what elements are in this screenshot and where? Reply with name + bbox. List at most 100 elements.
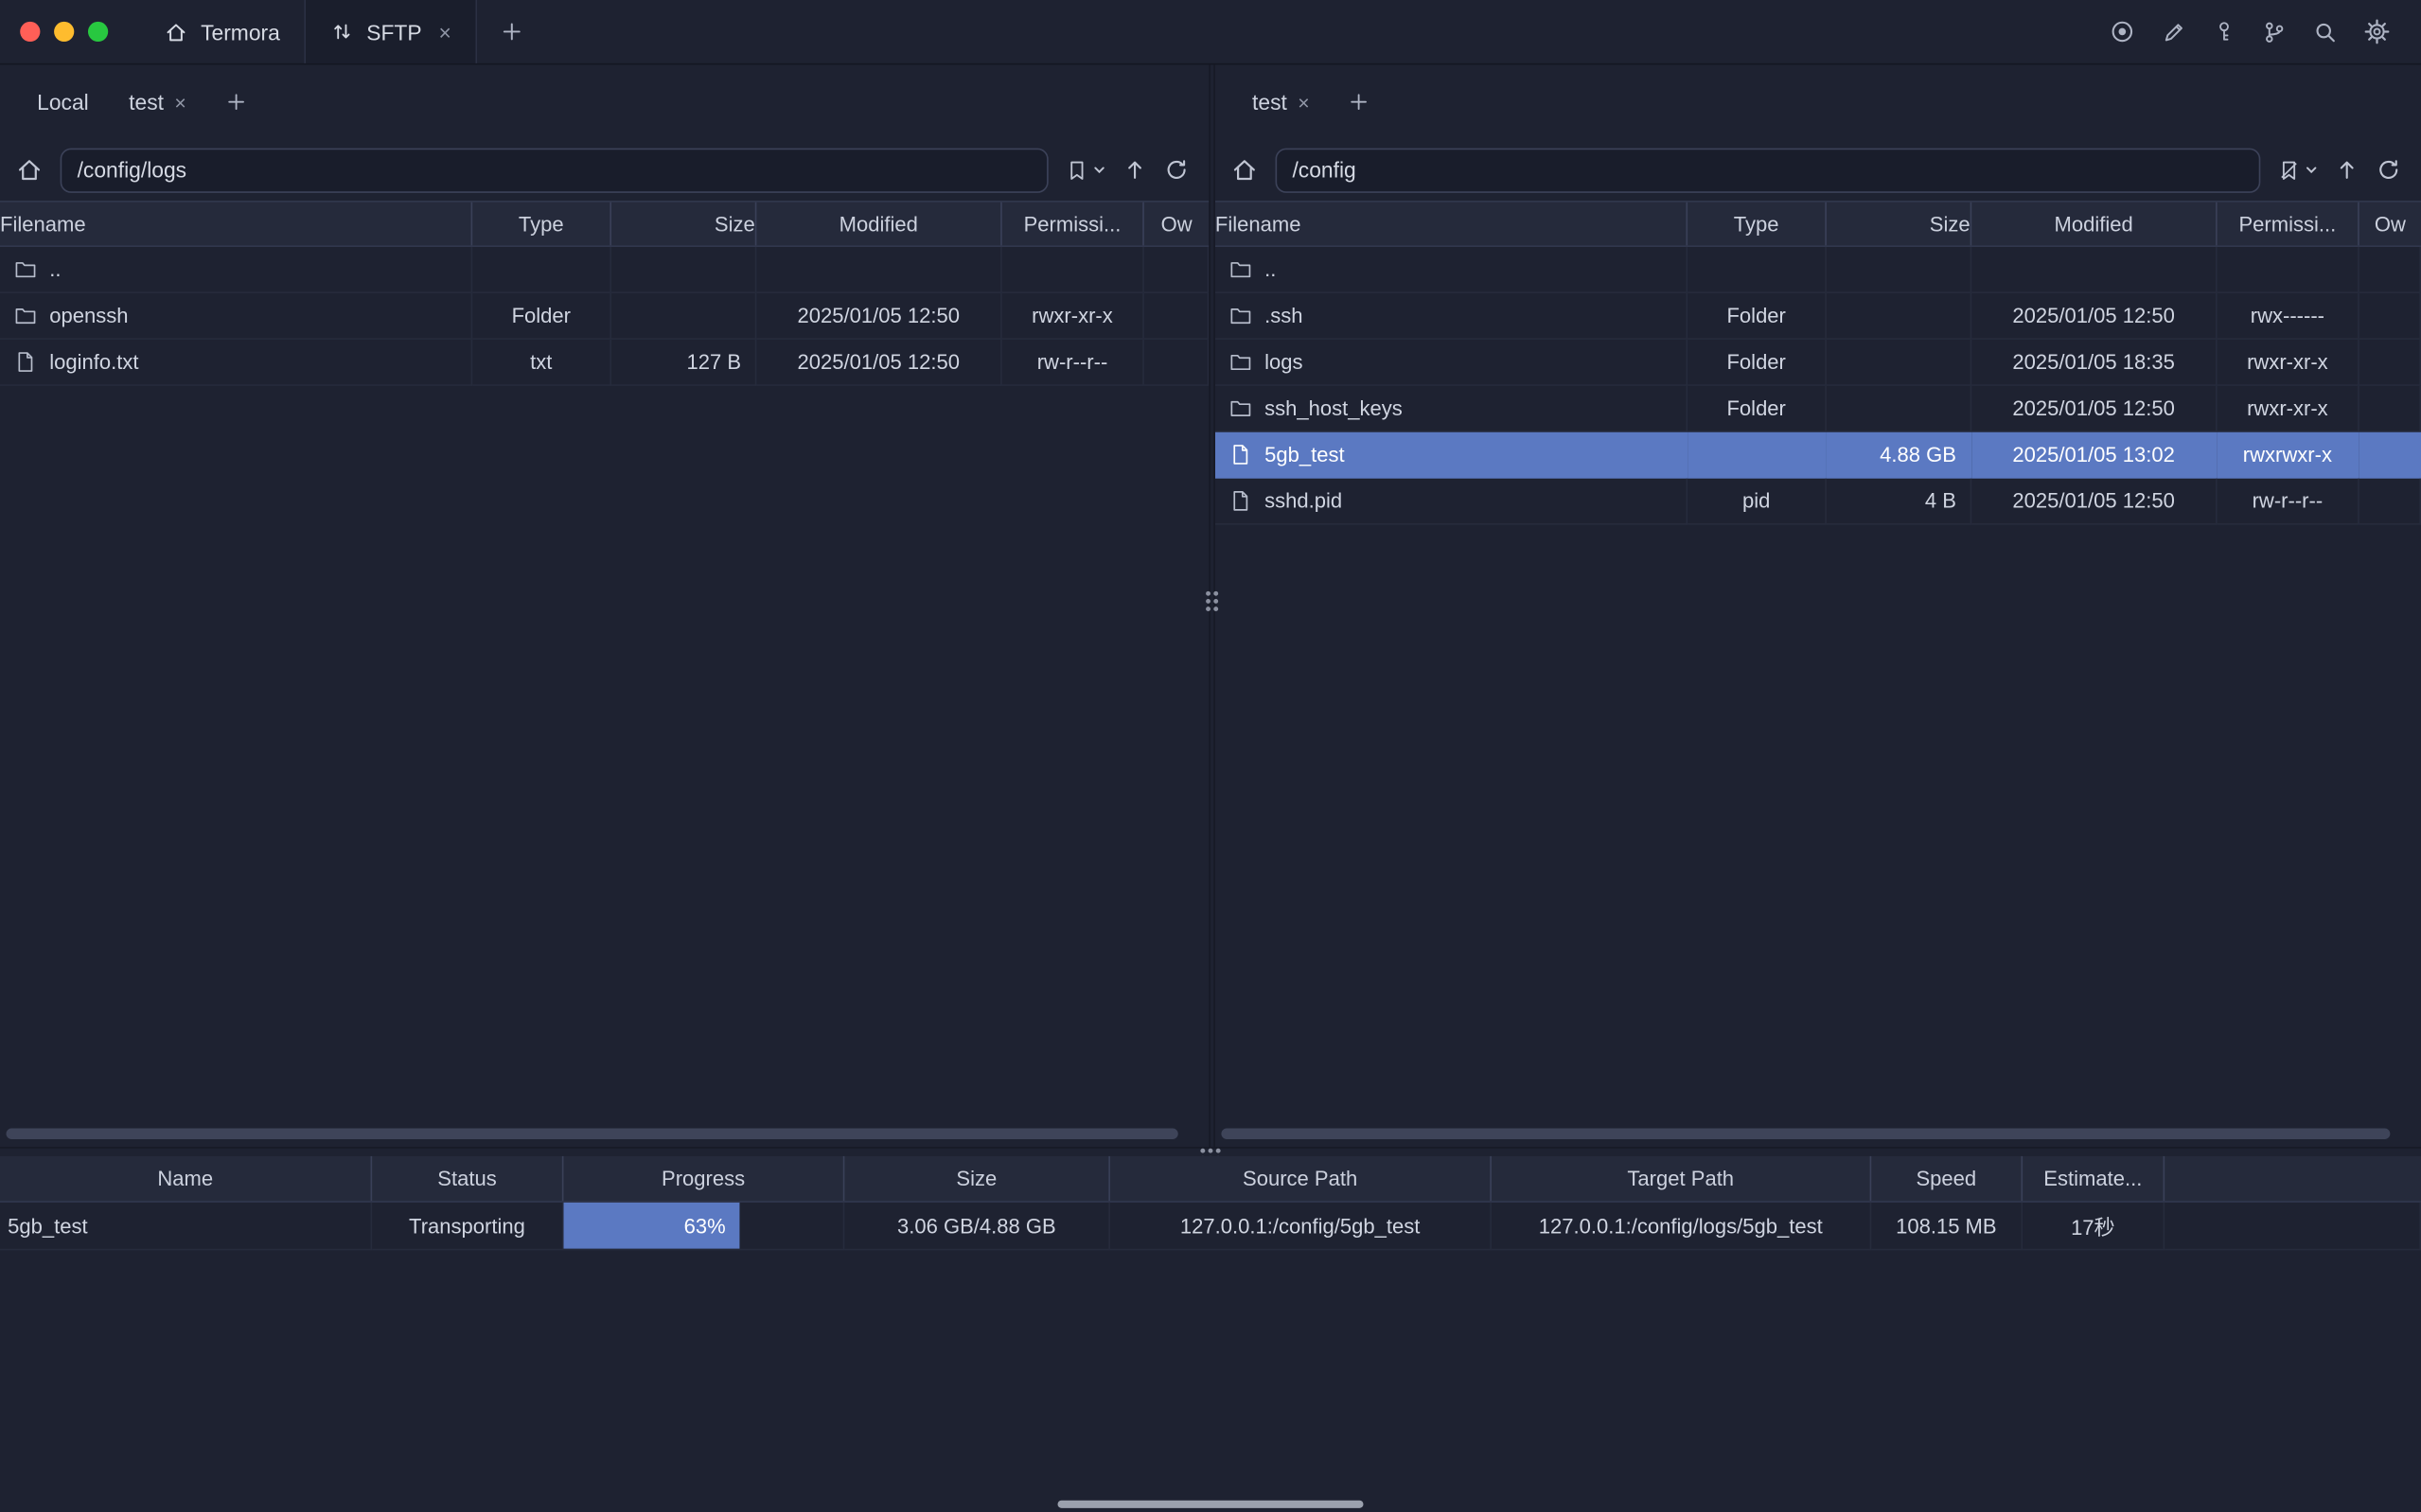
size-cell (1827, 293, 1971, 340)
new-window-tab-button[interactable] (478, 0, 547, 63)
up-directory-button[interactable] (2335, 157, 2359, 182)
type-cell: Folder (1688, 293, 1827, 340)
modified-cell: 2025/01/05 12:50 (756, 293, 1001, 340)
traffic-lights (0, 0, 139, 63)
right-horizontal-scrollbar[interactable] (1221, 1129, 2402, 1139)
transfer-column-header-speed[interactable]: Speed (1871, 1156, 2023, 1201)
chevron-down-icon (1093, 164, 1105, 176)
new-pane-tab-button[interactable] (1334, 83, 1384, 120)
tab-termora[interactable]: Termora (139, 0, 305, 63)
filename-text: loginfo.txt (49, 350, 138, 373)
bookmark-button[interactable] (2277, 158, 2317, 181)
pane-tab-test[interactable]: test× (114, 80, 202, 124)
edit-icon[interactable] (2162, 19, 2186, 44)
filename-cell: .. (1215, 247, 1688, 293)
size-cell: 127 B (611, 340, 756, 386)
file-row[interactable]: .. (0, 247, 1209, 293)
transfer-target-cell: 127.0.0.1:/config/logs/5gb_test (1492, 1203, 1871, 1251)
bottom-splitter[interactable] (0, 1147, 2421, 1156)
left-file-table-header: FilenameTypeSizeModifiedPermissi...Ow (0, 201, 1209, 247)
transfer-column-header-size[interactable]: Size (844, 1156, 1110, 1201)
transfer-row[interactable]: 5gb_testTransporting63%3.06 GB/4.88 GB12… (0, 1203, 2421, 1251)
column-header-owner[interactable]: Ow (2359, 202, 2421, 246)
permissions-cell: rwxrwxr-x (2218, 432, 2359, 479)
record-icon[interactable] (2109, 19, 2135, 45)
close-window-button[interactable] (20, 22, 40, 42)
scrollbar-thumb[interactable] (7, 1129, 1179, 1139)
zoom-window-button[interactable] (88, 22, 108, 42)
modified-cell (1971, 247, 2217, 293)
close-tab-icon[interactable]: × (1298, 90, 1309, 113)
column-header-owner[interactable]: Ow (1144, 202, 1210, 246)
file-row[interactable]: 5gb_test 4.88 GB2025/01/05 13:02rwxrwxr-x (1215, 432, 2421, 479)
pane-tab-local[interactable]: Local (22, 80, 104, 124)
search-icon[interactable] (2313, 19, 2338, 44)
home-icon[interactable] (1230, 156, 1258, 184)
file-row[interactable]: ssh_host_keysFolder2025/01/05 12:50rwxr-… (1215, 386, 2421, 432)
bookmark-button[interactable] (1066, 158, 1105, 181)
minimize-window-button[interactable] (54, 22, 74, 42)
pane-tab-test[interactable]: test× (1237, 80, 1325, 124)
path-input[interactable] (1276, 148, 2261, 192)
column-header-permissions[interactable]: Permissi... (2218, 202, 2359, 246)
filename-cell: 5gb_test (1215, 432, 1688, 479)
file-row[interactable]: logsFolder2025/01/05 18:35rwxr-xr-x (1215, 340, 2421, 386)
transfer-column-header-progress[interactable]: Progress (563, 1156, 844, 1201)
folder-icon (1229, 257, 1252, 280)
key-icon[interactable] (2213, 20, 2235, 43)
left-horizontal-scrollbar[interactable] (7, 1129, 1191, 1139)
path-input[interactable] (61, 148, 1049, 192)
tab-sftp[interactable]: SFTP × (305, 0, 478, 63)
refresh-button[interactable] (1164, 157, 1189, 182)
permissions-cell: rwxr-xr-x (2218, 340, 2359, 386)
column-header-permissions[interactable]: Permissi... (1002, 202, 1144, 246)
transfer-column-header-status[interactable]: Status (372, 1156, 563, 1201)
refresh-button[interactable] (2377, 157, 2401, 182)
type-cell (1688, 247, 1827, 293)
scrollbar-thumb[interactable] (1221, 1129, 2391, 1139)
file-row[interactable]: .. (1215, 247, 2421, 293)
column-header-type[interactable]: Type (472, 202, 611, 246)
settings-icon[interactable] (2364, 19, 2391, 45)
folder-icon (1229, 350, 1252, 373)
column-header-size[interactable]: Size (611, 202, 756, 246)
local-pane: Localtest× Filena (0, 65, 1209, 1148)
home-icon[interactable] (15, 156, 43, 184)
column-header-modified[interactable]: Modified (756, 202, 1001, 246)
transfer-column-header-estimate[interactable]: Estimate... (2023, 1156, 2165, 1201)
transfer-source-cell: 127.0.0.1:/config/5gb_test (1110, 1203, 1492, 1251)
folder-icon (1229, 304, 1252, 326)
file-row[interactable]: loginfo.txttxt127 B2025/01/05 12:50rw-r-… (0, 340, 1209, 386)
column-header-size[interactable]: Size (1827, 202, 1971, 246)
close-tab-icon[interactable]: × (439, 19, 451, 44)
owner-cell (2359, 293, 2421, 340)
filename-text: 5gb_test (1264, 443, 1345, 466)
type-cell: Folder (1688, 386, 1827, 432)
modified-cell: 2025/01/05 13:02 (1971, 432, 2217, 479)
right-file-table: ...sshFolder2025/01/05 12:50rwx------log… (1215, 247, 2421, 1147)
transfer-column-header-target[interactable]: Target Path (1492, 1156, 1871, 1201)
column-header-type[interactable]: Type (1688, 202, 1827, 246)
up-directory-button[interactable] (1122, 157, 1147, 182)
branch-icon[interactable] (2262, 19, 2287, 44)
new-pane-tab-button[interactable] (211, 83, 260, 120)
column-header-filename[interactable]: Filename (0, 202, 472, 246)
transfer-column-header-name[interactable]: Name (0, 1156, 372, 1201)
column-header-filename[interactable]: Filename (1215, 202, 1688, 246)
type-cell: txt (472, 340, 611, 386)
column-header-modified[interactable]: Modified (1971, 202, 2217, 246)
type-cell: Folder (1688, 340, 1827, 386)
file-row[interactable]: sshd.pidpid4 B2025/01/05 12:50rw-r--r-- (1215, 479, 2421, 525)
pane-splitter[interactable] (1209, 65, 1215, 1148)
file-row[interactable]: opensshFolder2025/01/05 12:50rwxr-xr-x (0, 293, 1209, 340)
size-cell: 4.88 GB (1827, 432, 1971, 479)
close-tab-icon[interactable]: × (174, 90, 186, 113)
left-file-table: ..opensshFolder2025/01/05 12:50rwxr-xr-x… (0, 247, 1209, 1147)
transfer-column-header-source[interactable]: Source Path (1110, 1156, 1492, 1201)
left-pathbar (0, 139, 1209, 201)
type-cell (1688, 432, 1827, 479)
file-row[interactable]: .sshFolder2025/01/05 12:50rwx------ (1215, 293, 2421, 340)
owner-cell (2359, 479, 2421, 525)
right-pane-tabbar: test× (1215, 65, 2421, 139)
bottom-scrollbar-thumb[interactable] (1057, 1501, 1363, 1508)
